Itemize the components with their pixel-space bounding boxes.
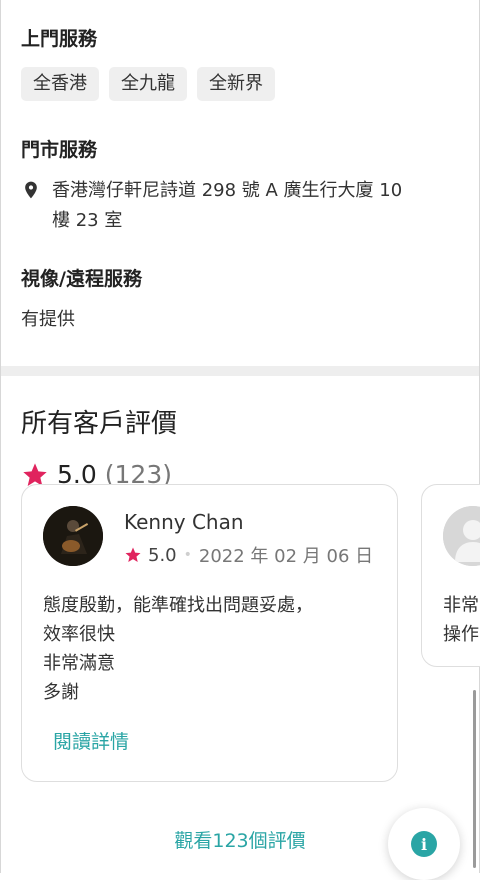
remote-service-section: 視像/遠程服務 有提供	[0, 264, 480, 331]
reviewer-name: Kenny Chan	[124, 510, 244, 534]
review-text-line: 非常滿意	[43, 653, 115, 674]
remote-service-title: 視像/遠程服務	[21, 268, 142, 290]
service-area-chips: 全香港 全九龍 全新界	[21, 67, 459, 101]
area-chip[interactable]: 全九龍	[109, 67, 187, 101]
scrollbar[interactable]	[473, 690, 476, 868]
reviews-carousel[interactable]: Kenny Chan 5.0 • 2022 年 02 月 06 日 態度殷勤，能…	[0, 484, 480, 784]
avatar	[443, 506, 480, 566]
store-service-title: 門市服務	[21, 139, 98, 161]
store-service-section: 門市服務 香港灣仔軒尼詩道 298 號 A 廣生行大廈 10 樓 23 室	[0, 135, 480, 236]
review-rating: 5.0	[148, 544, 177, 566]
avatar-photo	[43, 506, 103, 566]
review-text-line: 多謝	[43, 682, 79, 703]
review-card[interactable]: 非常 操作	[421, 484, 480, 667]
review-text-line: 操作	[443, 624, 479, 645]
info-button[interactable]: i	[388, 808, 460, 880]
review-text-line: 非常	[443, 595, 479, 616]
remote-service-value: 有提供	[21, 309, 75, 330]
area-chip[interactable]: 全香港	[21, 67, 99, 101]
review-text: 態度殷勤，能準確找出問題妥處， 效率很快 非常滿意 多謝	[43, 591, 378, 707]
address-text: 香港灣仔軒尼詩道 298 號 A 廣生行大廈 10 樓 23 室	[52, 176, 442, 236]
section-divider	[0, 366, 480, 376]
reviews-title: 所有客戶評價	[21, 409, 178, 439]
area-chip[interactable]: 全新界	[197, 67, 275, 101]
review-card[interactable]: Kenny Chan 5.0 • 2022 年 02 月 06 日 態度殷勤，能…	[21, 484, 398, 782]
info-icon: i	[411, 831, 437, 857]
onsite-service-section: 上門服務 全香港 全九龍 全新界	[0, 0, 480, 101]
store-address[interactable]: 香港灣仔軒尼詩道 298 號 A 廣生行大廈 10 樓 23 室	[21, 176, 459, 236]
review-text: 非常 操作	[443, 591, 479, 649]
star-icon	[125, 547, 141, 563]
onsite-service-title: 上門服務	[21, 28, 98, 50]
address-line-2: 樓 23 室	[52, 210, 123, 231]
address-line-1: 香港灣仔軒尼詩道 298 號 A 廣生行大廈 10	[52, 180, 403, 201]
location-pin-icon	[25, 181, 37, 199]
avatar	[43, 506, 103, 566]
meta-separator: •	[183, 547, 192, 563]
review-meta: 5.0 • 2022 年 02 月 06 日	[124, 542, 373, 568]
read-more-link[interactable]: 閱讀詳情	[53, 727, 129, 754]
review-date: 2022 年 02 月 06 日	[198, 546, 374, 567]
review-text-line: 態度殷勤，能準確找出問題妥處，	[43, 595, 313, 616]
review-text-line: 效率很快	[43, 624, 115, 645]
default-avatar-icon	[443, 506, 480, 566]
